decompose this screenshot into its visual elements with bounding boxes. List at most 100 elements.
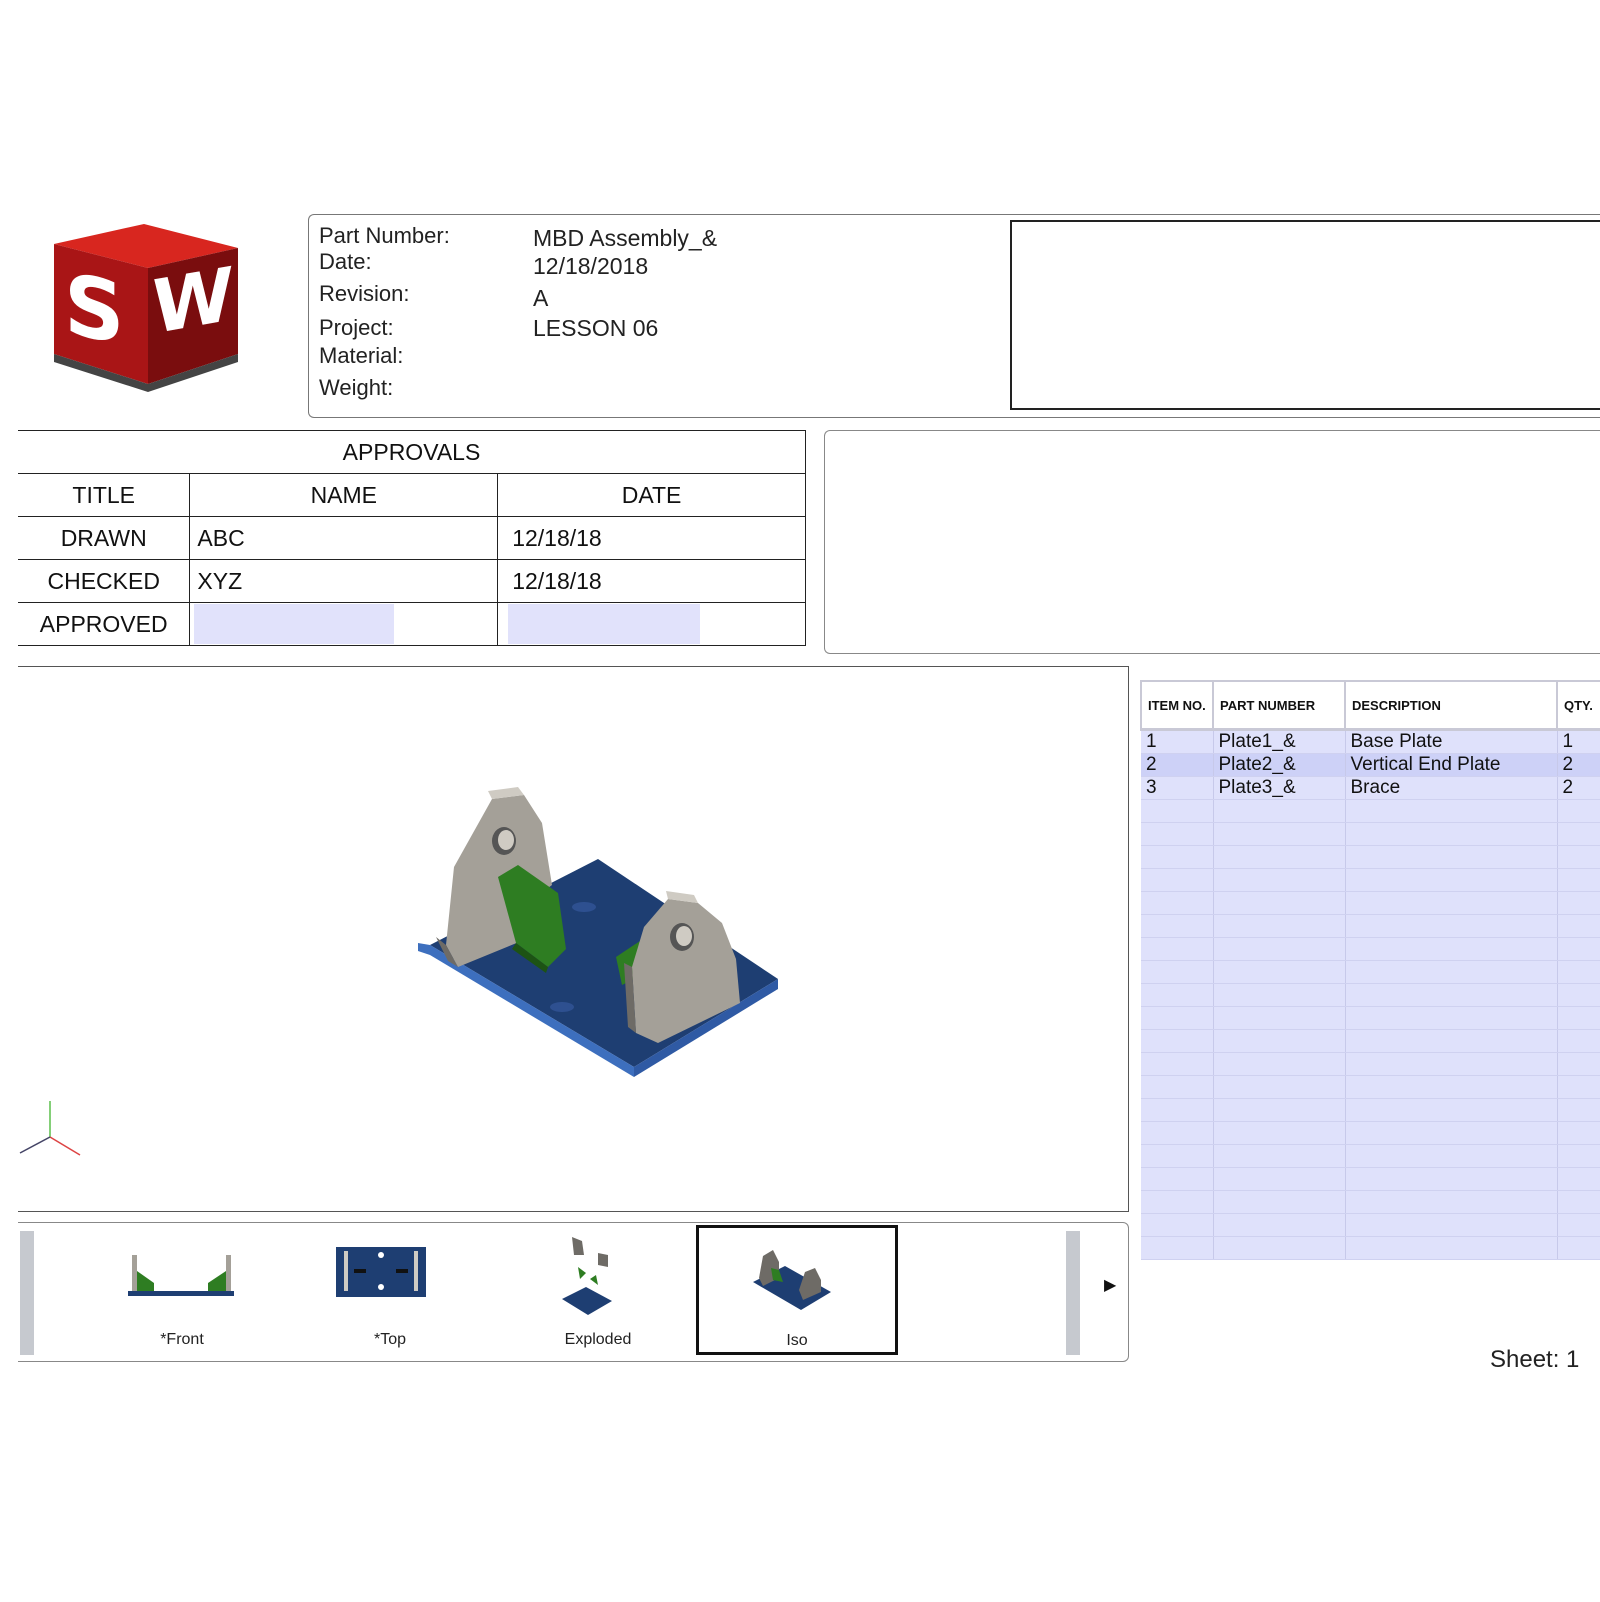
thumb-label-exploded: Exploded: [564, 1331, 632, 1348]
bom-empty-row: [1141, 1098, 1600, 1122]
bom-part: Plate3_&: [1213, 776, 1346, 800]
bom-empty-cell: [1213, 1052, 1346, 1076]
approval-date-field[interactable]: 12/18/18: [497, 559, 806, 603]
bom-empty-cell: [1557, 1236, 1600, 1260]
bom-empty-row: [1141, 1190, 1600, 1214]
bom-empty-cell: [1557, 868, 1600, 892]
sheet-indicator: Sheet: 1: [1490, 1346, 1580, 1373]
view-thumb-iso[interactable]: Iso: [696, 1225, 898, 1355]
bom-empty-cell: [1345, 1121, 1558, 1145]
bom-empty-cell: [1557, 1213, 1600, 1237]
bom-empty-cell: [1141, 1167, 1214, 1191]
bom-empty-cell: [1557, 1144, 1600, 1168]
approval-title: CHECKED: [18, 559, 191, 603]
approvals-col-date: DATE: [497, 473, 806, 517]
bom-empty-cell: [1141, 1144, 1214, 1168]
bom-empty-row: [1141, 845, 1600, 869]
bom-empty-cell: [1557, 1190, 1600, 1214]
bom-empty-cell: [1557, 914, 1600, 938]
approval-name-field[interactable]: XYZ: [189, 559, 499, 603]
bom-empty-row: [1141, 914, 1600, 938]
next-views-arrow-icon[interactable]: ▶: [1104, 1275, 1116, 1295]
bom-empty-cell: [1141, 983, 1214, 1007]
date-label: Date:: [319, 249, 372, 274]
solidworks-logo-icon: S W: [48, 222, 246, 400]
bom-empty-cell: [1141, 1236, 1214, 1260]
bom-empty-cell: [1557, 891, 1600, 915]
bom-empty-cell: [1141, 845, 1214, 869]
bom-empty-cell: [1557, 822, 1600, 846]
bom-empty-cell: [1141, 1006, 1214, 1030]
bom-empty-cell: [1141, 1213, 1214, 1237]
bom-empty-cell: [1141, 799, 1214, 823]
approved-name-field[interactable]: [194, 604, 395, 644]
bom-empty-cell: [1557, 937, 1600, 961]
bom-empty-row: [1141, 1121, 1600, 1145]
approvals-row-approved: APPROVED: [18, 602, 806, 646]
bom-empty-cell: [1557, 1167, 1600, 1191]
assembly-3d-model: [19, 787, 778, 1156]
weight-label: Weight:: [319, 375, 394, 400]
bom-empty-cell: [1345, 983, 1558, 1007]
revision-value: A: [533, 285, 549, 311]
right-scroll-handle[interactable]: [1066, 1231, 1080, 1355]
approval-title: DRAWN: [18, 516, 191, 560]
bom-empty-row: [1141, 983, 1600, 1007]
bom-empty-cell: [1345, 1052, 1558, 1076]
approval-date-field[interactable]: 12/18/18: [497, 516, 806, 560]
bom-empty-cell: [1557, 799, 1600, 823]
part-number-value: MBD Assembly_&: [533, 225, 718, 251]
svg-text:S: S: [64, 254, 125, 363]
approved-date-field[interactable]: [508, 604, 701, 644]
approvals-col-name: NAME: [189, 473, 499, 517]
view-thumb-front[interactable]: *Front: [84, 1227, 280, 1351]
bom-col-description: DESCRIPTION: [1344, 680, 1558, 731]
svg-text:W: W: [152, 251, 234, 352]
thumb-label-top: *Top: [373, 1331, 407, 1348]
bom-empty-cell: [1213, 983, 1346, 1007]
bom-table-container: ITEM NO. PART NUMBER DESCRIPTION QTY. 1 …: [1140, 680, 1600, 1284]
approvals-row-drawn: DRAWN ABC 12/18/18: [18, 516, 806, 560]
bom-empty-row: [1141, 1144, 1600, 1168]
project-value: LESSON 06: [533, 315, 659, 341]
bom-empty-cell: [1141, 1121, 1214, 1145]
bom-empty-cell: [1345, 868, 1558, 892]
bom-empty-cell: [1213, 1144, 1346, 1168]
bom-empty-row: [1141, 1236, 1600, 1260]
bom-col-qty: QTY.: [1556, 680, 1600, 731]
bom-row[interactable]: 1 Plate1_& Base Plate 1: [1141, 729, 1600, 754]
model-viewport[interactable]: [18, 666, 1129, 1212]
bom-empty-cell: [1345, 1236, 1558, 1260]
bom-empty-row: [1141, 1006, 1600, 1030]
bom-empty-cell: [1345, 1144, 1558, 1168]
bom-empty-cell: [1213, 799, 1346, 823]
bom-empty-cell: [1345, 1075, 1558, 1099]
material-label: Material:: [319, 343, 404, 368]
view-thumb-exploded[interactable]: Exploded: [500, 1227, 696, 1351]
view-thumb-top[interactable]: *Top: [292, 1227, 488, 1351]
bom-empty-cell: [1557, 1029, 1600, 1053]
bom-empty-cell: [1213, 1121, 1346, 1145]
bom-empty-cell: [1345, 937, 1558, 961]
front-view-icon: [128, 1255, 234, 1296]
bom-empty-cell: [1345, 1098, 1558, 1122]
approval-name-field[interactable]: ABC: [189, 516, 499, 560]
bom-col-item: ITEM NO.: [1140, 680, 1214, 731]
left-scroll-handle[interactable]: [20, 1231, 34, 1355]
bom-empty-cell: [1141, 914, 1214, 938]
bom-row[interactable]: 3 Plate3_& Brace 2: [1141, 776, 1600, 800]
bom-empty-cell: [1557, 960, 1600, 984]
bom-empty-row: [1141, 1052, 1600, 1076]
bom-empty-cell: [1557, 1052, 1600, 1076]
bom-empty-cell: [1213, 891, 1346, 915]
bom-empty-cell: [1345, 1006, 1558, 1030]
bom-empty-row: [1141, 1075, 1600, 1099]
bom-empty-cell: [1213, 1213, 1346, 1237]
bom-empty-cell: [1557, 983, 1600, 1007]
bom-empty-cell: [1141, 1052, 1214, 1076]
bom-row[interactable]: 2 Plate2_& Vertical End Plate 2: [1141, 753, 1600, 777]
bom-empty-cell: [1213, 845, 1346, 869]
bom-empty-row: [1141, 799, 1600, 823]
bom-empty-cell: [1557, 1121, 1600, 1145]
bom-empty-cell: [1345, 1029, 1558, 1053]
